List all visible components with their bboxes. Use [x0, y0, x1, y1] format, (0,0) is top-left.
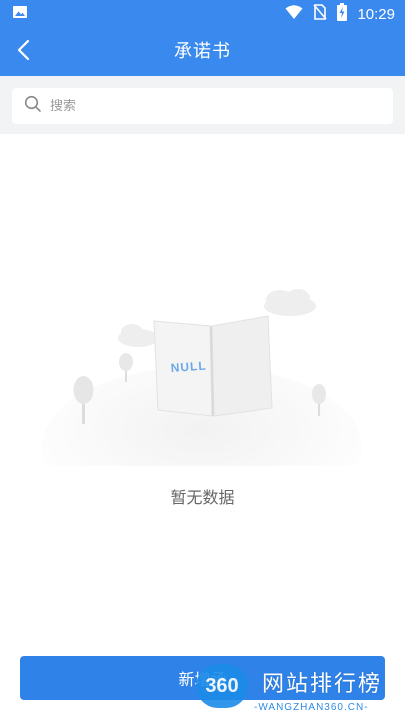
cloud-icon	[264, 289, 316, 316]
image-icon	[12, 4, 28, 24]
add-button[interactable]: 新增承	[20, 656, 385, 700]
empty-illustration: NULL	[40, 286, 365, 526]
battery-charging-icon	[337, 3, 348, 25]
search-area	[0, 76, 405, 134]
add-button-label: 新增承	[178, 670, 227, 689]
chevron-left-icon	[17, 39, 31, 65]
status-bar: 10:29	[0, 0, 405, 28]
page-title: 承诺书	[174, 41, 231, 62]
search-input[interactable]	[50, 98, 350, 114]
cloud-icon	[118, 324, 158, 347]
watermark-subtitle: -WANGZHAN360.CN-	[254, 702, 369, 713]
status-time: 10:29	[357, 5, 395, 23]
app-bar: 承诺书	[0, 28, 405, 76]
no-sim-icon	[313, 4, 328, 24]
search-icon	[24, 95, 42, 117]
back-button[interactable]	[10, 38, 38, 66]
book-null-label: NULL	[170, 359, 207, 375]
empty-message: 暂无数据	[170, 488, 235, 507]
wifi-icon	[285, 4, 303, 24]
search-box[interactable]	[12, 88, 393, 124]
